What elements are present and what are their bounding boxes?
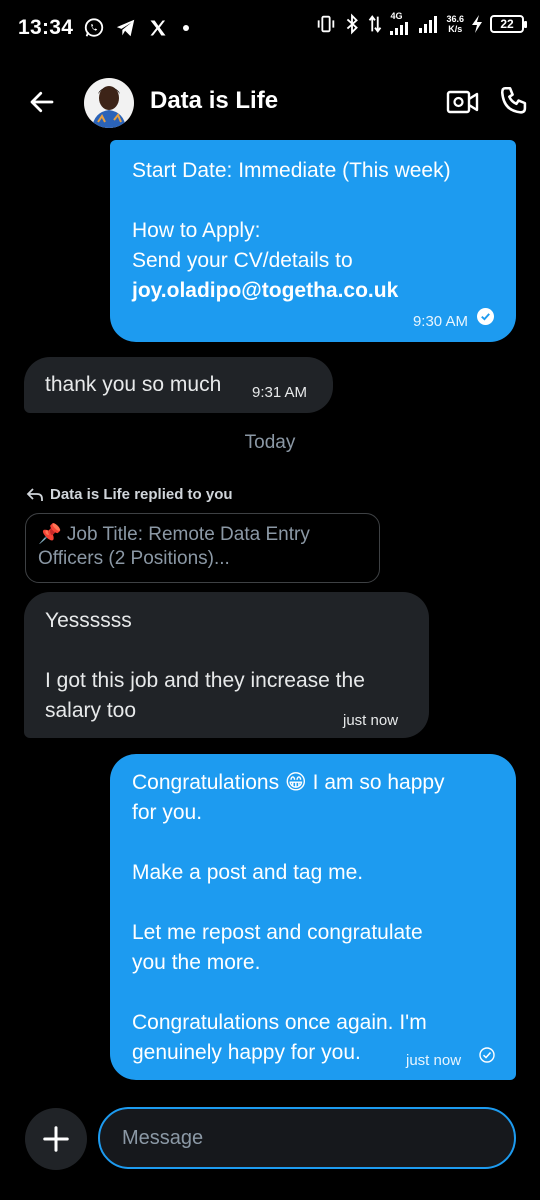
quoted-message[interactable]: 📌 Job Title: Remote Data Entry Officers … [25,513,380,583]
message-line: Congratulations once again. I'm [132,1011,427,1034]
conversation-title[interactable]: Data is Life [150,87,278,115]
day-separator: Today [244,432,296,453]
whatsapp-icon [83,17,105,39]
message-timestamp: 9:30 AM [412,313,468,330]
conversation-header: Data is Life [0,70,540,134]
email-link[interactable]: joy.oladipo@togetha.co.uk [132,276,451,306]
sent-check-icon [479,1047,495,1063]
network-speed-value: 36.6 [446,13,464,24]
message-bubble-outgoing[interactable]: Start Date: Immediate (This week) How to… [110,140,516,342]
plus-icon [43,1126,69,1152]
system-icons: 4G 36.6 K/s 22 [315,12,527,35]
message-line: Yessssss [45,609,132,632]
message-line: Make a post and tag me. [132,861,364,884]
message-line: you the more. [132,951,261,974]
arrow-left-icon [30,91,54,113]
message-content: Congratulations 😁 I am so happy for you.… [132,768,445,1068]
more-notifications-dot [183,25,190,31]
quoted-line: Officers (2 Positions)... [38,548,230,569]
add-attachment-button[interactable] [25,1108,87,1170]
message-bubble-incoming[interactable]: thank you so much 9:31 AM [24,357,333,413]
phone-icon [500,86,527,114]
message-content: Yessssss I got this job and they increas… [45,606,365,726]
message-input[interactable] [122,1126,492,1150]
message-composer[interactable] [98,1107,516,1169]
message-line: genuinely happy for you. [132,1041,361,1064]
message-timestamp: 9:31 AM [252,384,308,401]
network-speed-unit: K/s [448,23,463,34]
message-text: thank you so much [45,373,222,396]
message-timestamp: just now [406,1052,462,1069]
bluetooth-icon [344,13,360,35]
notification-icons [83,17,190,39]
status-bar: 13:34 4G 36.6 K/s 22 [0,0,540,56]
quoted-line: 📌 Job Title: Remote Data Entry [38,524,310,545]
data-transfer-icon [367,13,383,35]
charging-icon [471,14,483,33]
read-receipt-icon [477,308,494,325]
avatar[interactable] [84,78,134,128]
message-line: salary too [45,699,137,722]
x-icon [147,17,169,39]
signal-4g-icon: 4G [390,12,412,35]
voice-call-button[interactable] [498,84,532,118]
message-line: for you. [132,801,203,824]
battery-indicator: 22 [490,14,527,33]
reply-arrow-icon [26,487,43,501]
message-line: I got this job and they increase the [45,669,365,692]
message-bubble-outgoing[interactable]: Congratulations 😁 I am so happy for you.… [110,754,516,1080]
message-line: Let me repost and congratulate [132,921,423,944]
telegram-icon [115,17,137,39]
message-line: How to Apply: [132,219,261,242]
back-button[interactable] [26,86,58,118]
video-camera-icon [446,90,479,114]
message-content: Start Date: Immediate (This week) How to… [132,156,451,306]
status-time: 13:34 [18,16,74,39]
message-bubble-incoming[interactable]: Yessssss I got this job and they increas… [24,592,429,738]
message-timestamp: just now [343,712,399,729]
reply-context: Data is Life replied to you [26,486,233,503]
network-speed: 36.6 K/s [446,14,464,34]
video-call-button[interactable] [446,86,480,118]
signal-strength-icon [419,15,439,33]
message-line: Send your CV/details to [132,249,353,272]
network-type-label: 4G [390,11,403,21]
vibrate-icon [315,13,337,35]
message-line: Start Date: Immediate (This week) [132,159,451,182]
reply-context-label: Data is Life replied to you [50,486,233,503]
message-line: Congratulations 😁 I am so happy [132,771,445,794]
